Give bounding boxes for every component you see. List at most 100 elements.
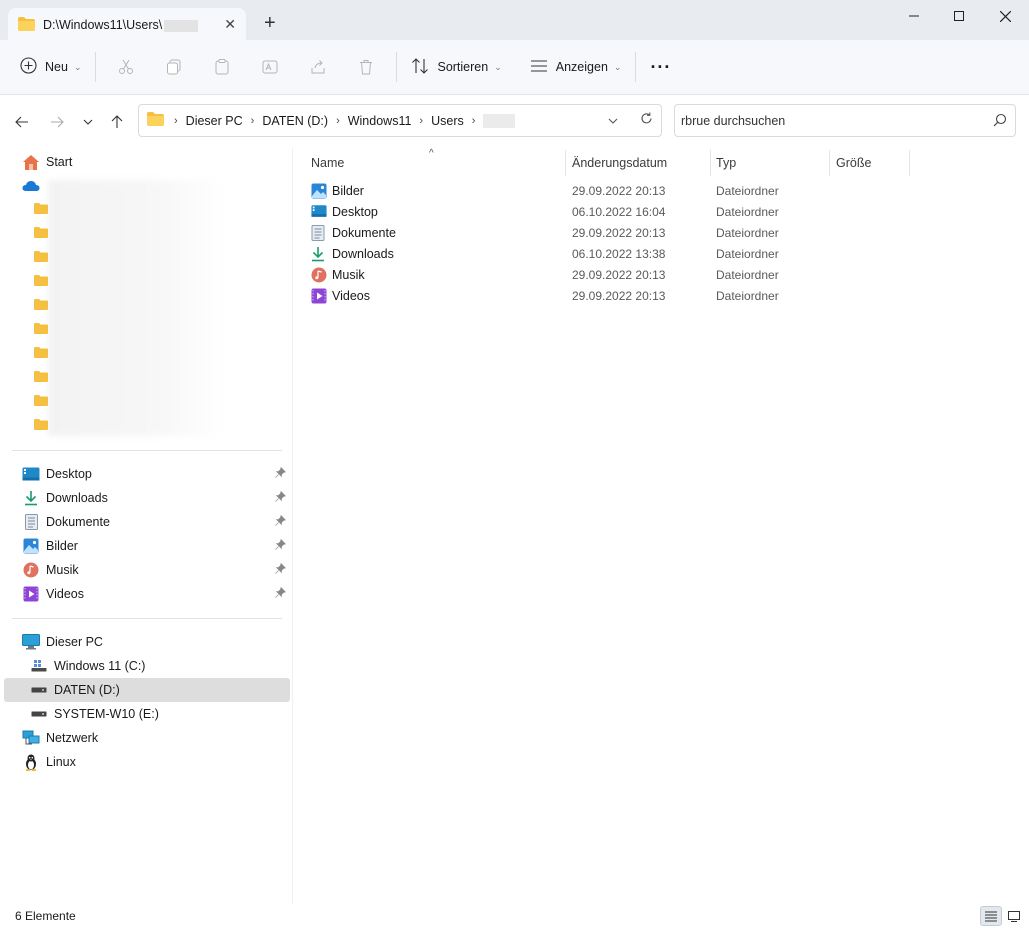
sidebar-item-drive-d[interactable]: DATEN (D:) <box>4 678 290 702</box>
paste-button[interactable] <box>198 49 246 85</box>
folder-icon[interactable] <box>34 227 48 238</box>
more-options-button[interactable]: ··· <box>642 49 679 85</box>
folder-icon <box>18 16 35 34</box>
breadcrumb-windows11[interactable]: Windows11 <box>348 114 412 128</box>
back-button[interactable] <box>9 109 35 135</box>
file-date: 29.09.2022 20:13 <box>572 268 666 282</box>
folder-icon <box>147 112 164 129</box>
close-window-button[interactable] <box>982 4 1028 28</box>
address-history-dropdown[interactable] <box>608 113 618 127</box>
sidebar-item-drive-e[interactable]: SYSTEM-W10 (E:) <box>30 702 290 726</box>
sidebar-item-label: Dieser PC <box>46 635 103 649</box>
folder-icon[interactable] <box>34 299 48 310</box>
file-row-dokumente[interactable]: Dokumente 29.09.2022 20:13 Dateiordner <box>307 223 1007 244</box>
folder-icon[interactable] <box>34 275 48 286</box>
pin-icon[interactable] <box>275 538 287 553</box>
delete-button[interactable] <box>342 49 390 85</box>
refresh-button[interactable] <box>640 112 653 128</box>
file-row-videos[interactable]: Videos 29.09.2022 20:13 Dateiordner <box>307 286 1007 307</box>
sort-button[interactable]: Sortieren ⌄ <box>403 49 509 85</box>
minimize-button[interactable] <box>891 4 937 28</box>
breadcrumb-drive-d[interactable]: DATEN (D:) <box>262 114 328 128</box>
new-button[interactable]: Neu ⌄ <box>12 49 89 85</box>
chevron-down-icon: ⌄ <box>73 61 82 72</box>
column-header-type[interactable]: Typ <box>716 148 736 178</box>
drive-icon <box>30 705 48 723</box>
maximize-button[interactable] <box>936 4 982 28</box>
breadcrumb-redacted[interactable] <box>483 113 516 128</box>
file-date: 29.09.2022 20:13 <box>572 184 666 198</box>
file-type: Dateiordner <box>716 205 779 219</box>
view-button[interactable]: Anzeigen ⌄ <box>522 49 630 85</box>
search-input[interactable]: rbrue durchsuchen <box>674 104 1016 137</box>
column-separator[interactable] <box>565 150 566 176</box>
up-button[interactable] <box>104 109 130 135</box>
redacted-onedrive-items <box>48 180 228 436</box>
sidebar-item-music[interactable]: Musik <box>22 558 290 582</box>
file-row-desktop[interactable]: Desktop 06.10.2022 16:04 Dateiordner <box>307 202 1007 223</box>
column-header-date[interactable]: Änderungsdatum <box>572 148 667 178</box>
sidebar-item-downloads[interactable]: Downloads <box>22 486 290 510</box>
file-row-bilder[interactable]: Bilder 29.09.2022 20:13 Dateiordner <box>307 181 1007 202</box>
tab-current[interactable]: D:\Windows11\Users\ ✕ <box>8 8 246 42</box>
sidebar-item-network[interactable]: Netzwerk <box>22 726 290 750</box>
folder-icon[interactable] <box>34 395 48 406</box>
cut-button[interactable] <box>102 49 150 85</box>
file-type: Dateiordner <box>716 289 779 303</box>
sidebar-item-label: Netzwerk <box>46 731 99 745</box>
breadcrumb-separator-icon[interactable]: › <box>419 115 423 127</box>
folder-icon[interactable] <box>34 371 48 382</box>
file-type: Dateiordner <box>716 247 779 261</box>
folder-icon[interactable] <box>34 419 48 430</box>
pin-icon[interactable] <box>275 466 287 481</box>
sidebar-item-documents[interactable]: Dokumente <box>22 510 290 534</box>
column-header-name[interactable]: Name <box>311 148 344 178</box>
close-tab-icon[interactable]: ✕ <box>224 16 236 33</box>
sidebar-item-pictures[interactable]: Bilder <box>22 534 290 558</box>
folder-icon[interactable] <box>34 323 48 334</box>
column-separator[interactable] <box>909 150 910 176</box>
item-count: 6 Elemente <box>15 909 76 923</box>
sidebar-item-this-pc[interactable]: Dieser PC <box>22 630 290 654</box>
breadcrumb-users[interactable]: Users <box>431 114 464 128</box>
pin-icon[interactable] <box>275 586 287 601</box>
details-view-button[interactable] <box>980 906 1002 926</box>
trash-icon <box>360 60 373 75</box>
folder-icon[interactable] <box>34 347 48 358</box>
column-separator[interactable] <box>710 150 711 176</box>
rename-button[interactable] <box>246 49 294 85</box>
new-tab-button[interactable]: + <box>264 12 276 35</box>
column-separator[interactable] <box>829 150 830 176</box>
folder-icon[interactable] <box>34 251 48 262</box>
breadcrumb-separator-icon[interactable]: › <box>336 115 340 127</box>
sidebar-item-linux[interactable]: Linux <box>22 750 290 774</box>
copy-button[interactable] <box>150 49 198 85</box>
file-row-downloads[interactable]: Downloads 06.10.2022 13:38 Dateiordner <box>307 244 1007 265</box>
sidebar-item-drive-c[interactable]: Windows 11 (C:) <box>30 654 290 678</box>
breadcrumb-this-pc[interactable]: Dieser PC <box>186 114 243 128</box>
recent-locations-button[interactable] <box>75 109 101 135</box>
pin-icon[interactable] <box>275 490 287 505</box>
file-type: Dateiordner <box>716 268 779 282</box>
breadcrumb-separator-icon[interactable]: › <box>472 115 476 127</box>
address-row: › Dieser PC › DATEN (D:) › Windows11 › U… <box>0 95 1029 148</box>
sidebar-item-desktop[interactable]: Desktop <box>22 462 290 486</box>
address-bar[interactable]: › Dieser PC › DATEN (D:) › Windows11 › U… <box>138 104 662 137</box>
folder-icon[interactable] <box>34 203 48 214</box>
breadcrumb-separator-icon[interactable]: › <box>174 115 178 127</box>
clipboard-icon <box>215 59 229 75</box>
sidebar-item-videos[interactable]: Videos <box>22 582 290 606</box>
tiles-view-button[interactable] <box>1003 906 1025 926</box>
search-icon[interactable] <box>993 113 1007 130</box>
pin-icon[interactable] <box>275 514 287 529</box>
sidebar-item-home[interactable]: Start <box>22 150 290 174</box>
file-date: 06.10.2022 13:38 <box>572 247 666 261</box>
share-button[interactable] <box>294 49 342 85</box>
file-row-musik[interactable]: Musik 29.09.2022 20:13 Dateiordner <box>307 265 1007 286</box>
breadcrumb-separator-icon[interactable]: › <box>251 115 255 127</box>
column-header-size[interactable]: Größe <box>836 148 871 178</box>
pin-icon[interactable] <box>275 562 287 577</box>
windows-drive-icon <box>30 657 48 675</box>
forward-button[interactable] <box>44 109 70 135</box>
sort-ascending-icon: ^ <box>429 148 434 159</box>
